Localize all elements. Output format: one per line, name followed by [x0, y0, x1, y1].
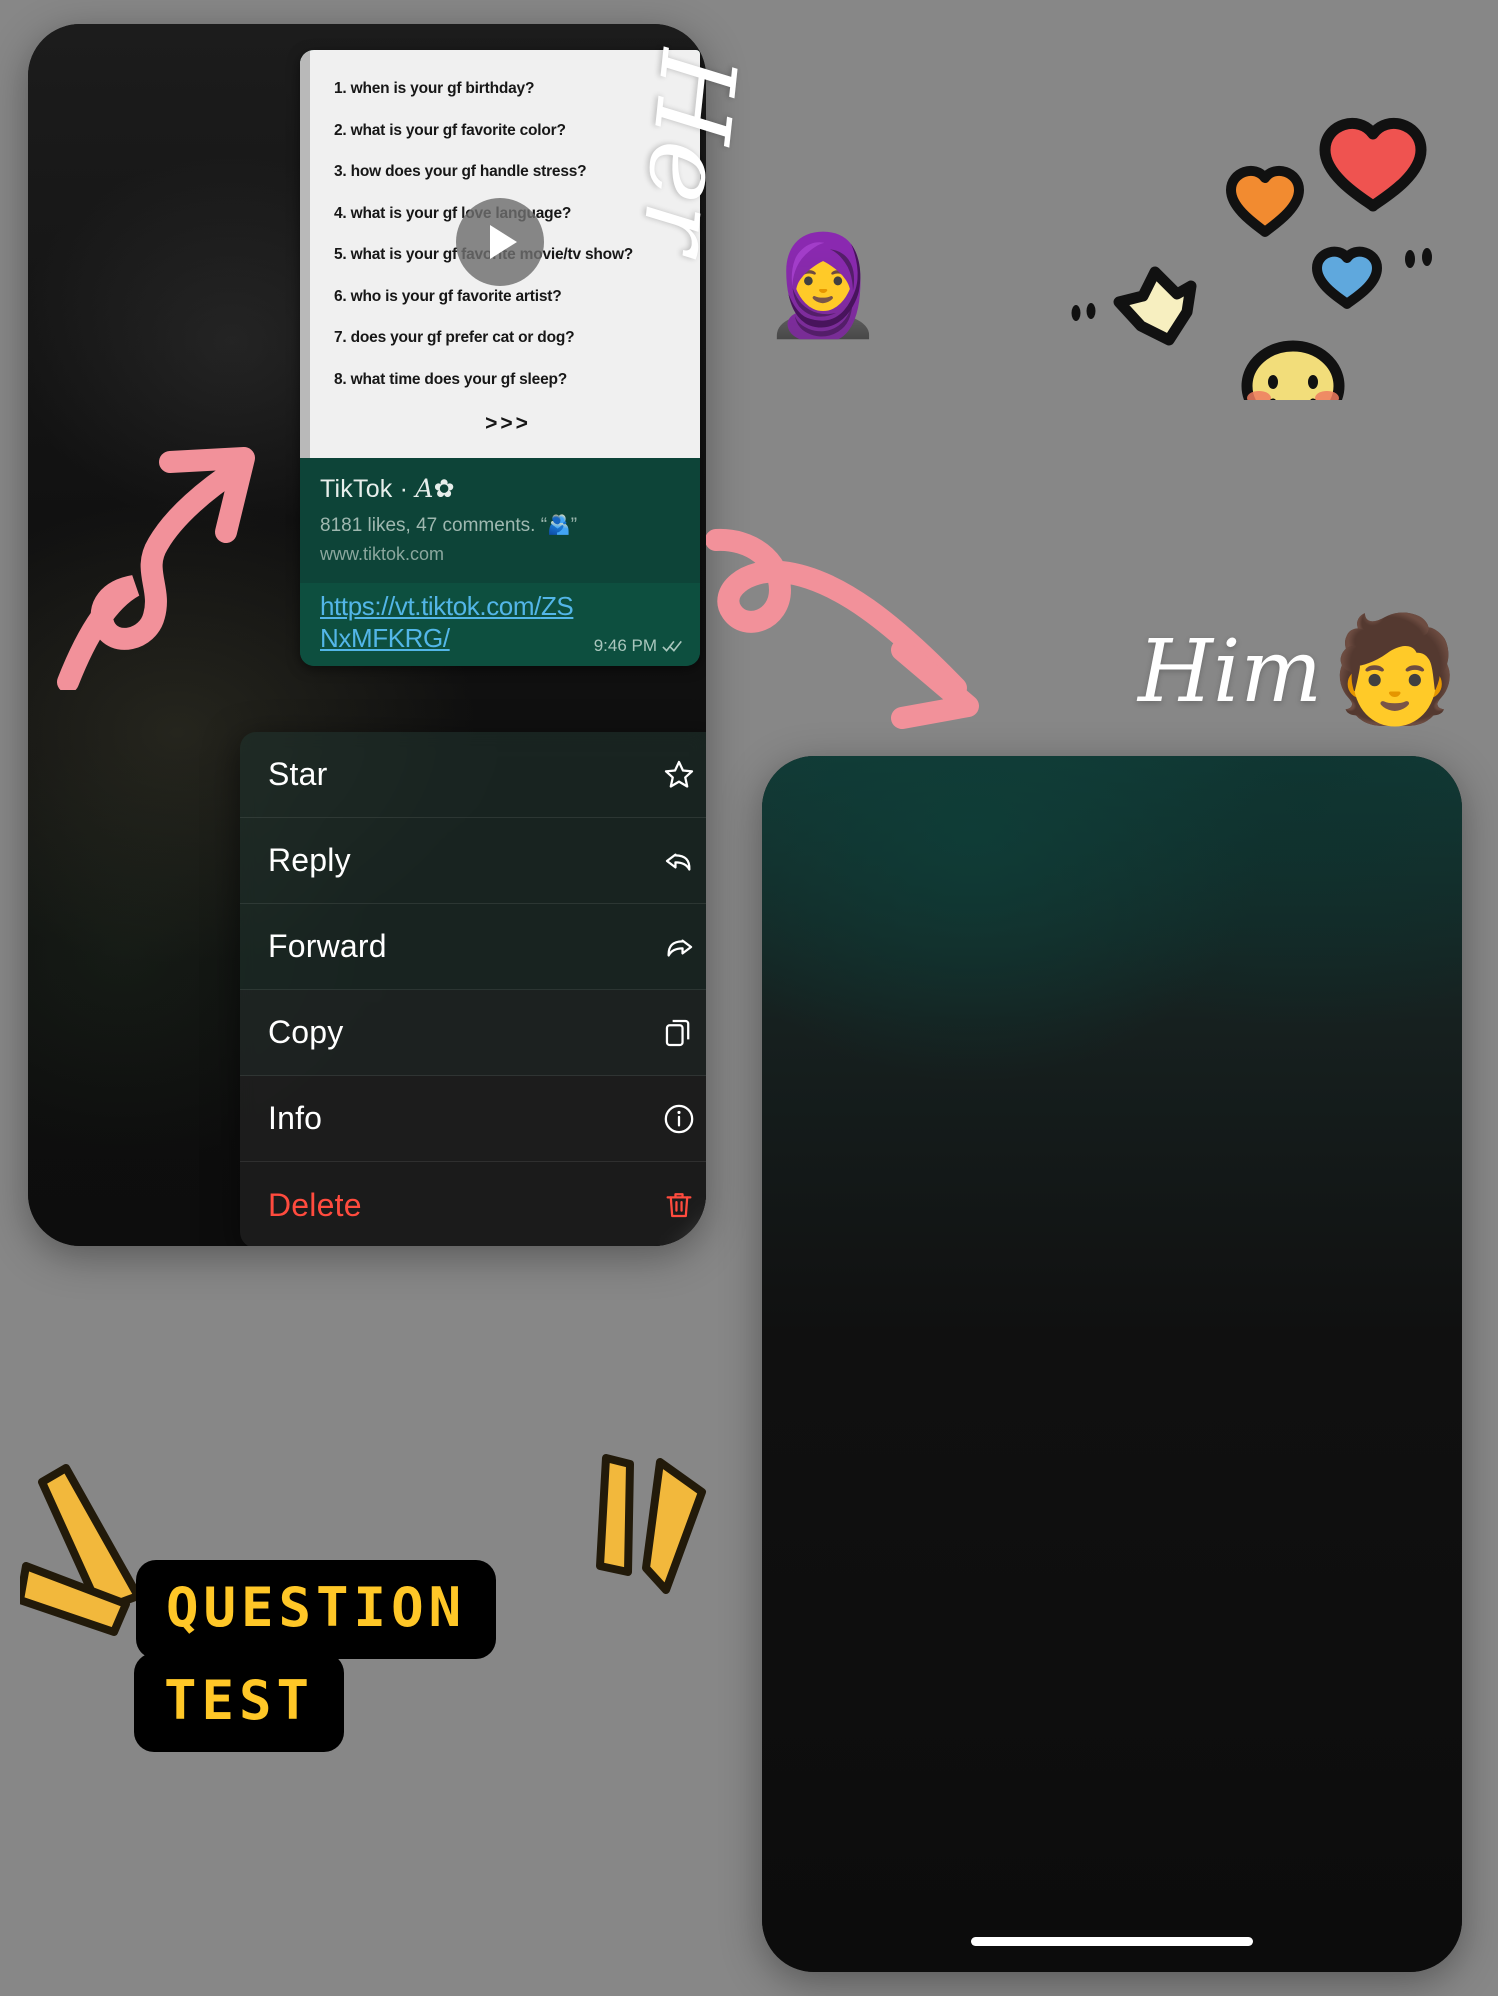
- blue-heart-icon: [1312, 246, 1382, 309]
- link-preview-domain: www.tiktok.com: [320, 544, 445, 564]
- right-phone-screen: You https://vt.tiktok.com/ZSNxMFKRG/ 1. …: [762, 756, 1462, 1972]
- message-timestamp: 9:46 PM: [593, 636, 657, 656]
- home-indicator[interactable]: [971, 1937, 1253, 1946]
- yellow-star-icon: [1113, 266, 1197, 346]
- arrow-to-him-message: [706, 528, 979, 729]
- link-title-script: A: [415, 474, 434, 503]
- context-menu-item-copy[interactable]: Copy: [240, 990, 706, 1076]
- forward-icon: [662, 930, 696, 964]
- context-menu-item-info[interactable]: Info: [240, 1076, 706, 1162]
- screenshot-canvas: 1. when is your gf birthday? 2. what is y…: [0, 0, 1498, 1996]
- right-phone-mockup: You https://vt.tiktok.com/ZSNxMFKRG/ 1. …: [762, 756, 1462, 1972]
- tiktok-link[interactable]: https://vt.tiktok.com/ZSNxMFKRG/: [320, 591, 590, 654]
- context-menu-label: Delete: [268, 1186, 362, 1223]
- him-avatar-emoji: 🧑: [1330, 612, 1460, 728]
- red-heart-icon: [1319, 118, 1427, 212]
- link-preview-meta: TikTok · A✿ 8181 likes, 47 comments. “🫂”…: [300, 458, 700, 583]
- arrow-to-her-message: [57, 447, 255, 690]
- copy-icon: [662, 1016, 696, 1050]
- badge-line-1: QUESTION: [136, 1560, 497, 1659]
- reply-icon: [662, 844, 696, 878]
- badge-text-1: QUESTION: [166, 1576, 467, 1639]
- context-menu-label: Copy: [268, 1014, 344, 1050]
- context-menu-item-delete[interactable]: Delete: [240, 1162, 706, 1246]
- link-preview-description: 8181 likes, 47 comments. “🫂”: [320, 515, 578, 536]
- context-menu-item-forward[interactable]: Forward: [240, 904, 706, 990]
- question-test-badge: QUESTION TEST: [134, 1560, 497, 1752]
- read-receipt-icon: [662, 641, 682, 653]
- her-label: Her: [617, 45, 760, 259]
- info-icon: [662, 1102, 696, 1136]
- orange-heart-icon: [1226, 165, 1304, 237]
- message-url-row: https://vt.tiktok.com/ZSNxMFKRG/ 9:46 PM: [300, 583, 700, 667]
- play-icon[interactable]: [456, 197, 544, 286]
- context-menu-label: Reply: [268, 842, 351, 878]
- badge-text-2: TEST: [164, 1669, 315, 1732]
- him-label: Him: [1138, 622, 1323, 722]
- url-line-1: https://vt.tiktok.com/: [320, 591, 541, 621]
- message-meta: 9:46 PM: [594, 636, 684, 656]
- context-menu-label: Forward: [268, 928, 387, 964]
- sticker-cluster: [1071, 118, 1432, 400]
- flower-icon: ✿: [433, 475, 455, 503]
- link-preview-title: TikTok · A✿: [320, 474, 682, 504]
- trash-icon: [662, 1188, 696, 1222]
- spark-right-icon: [596, 1454, 706, 1594]
- star-icon: [662, 758, 696, 792]
- context-menu-item-reply[interactable]: Reply: [240, 818, 706, 904]
- question-line: 1. when is your gf birthday?: [334, 80, 535, 97]
- question-line: 7. does your gf prefer cat or dog?: [334, 329, 575, 346]
- question-line: 6. who is your gf favorite artist?: [334, 287, 562, 305]
- context-menu-label: Info: [268, 1100, 323, 1136]
- context-menu-label: Star: [268, 756, 328, 792]
- smiley-face-icon: [1241, 340, 1345, 400]
- badge-line-2: TEST: [134, 1653, 345, 1752]
- link-title-main: TikTok ·: [320, 475, 416, 503]
- left-context-menu[interactable]: Star Reply Forward Copy Info Delete: [240, 732, 706, 1246]
- context-menu-item-star[interactable]: Star: [240, 732, 706, 818]
- question-line: 8. what time does your gf sleep?: [334, 370, 568, 388]
- chevron-marker: >>>: [485, 412, 531, 435]
- her-avatar-emoji: 🧕: [762, 230, 885, 340]
